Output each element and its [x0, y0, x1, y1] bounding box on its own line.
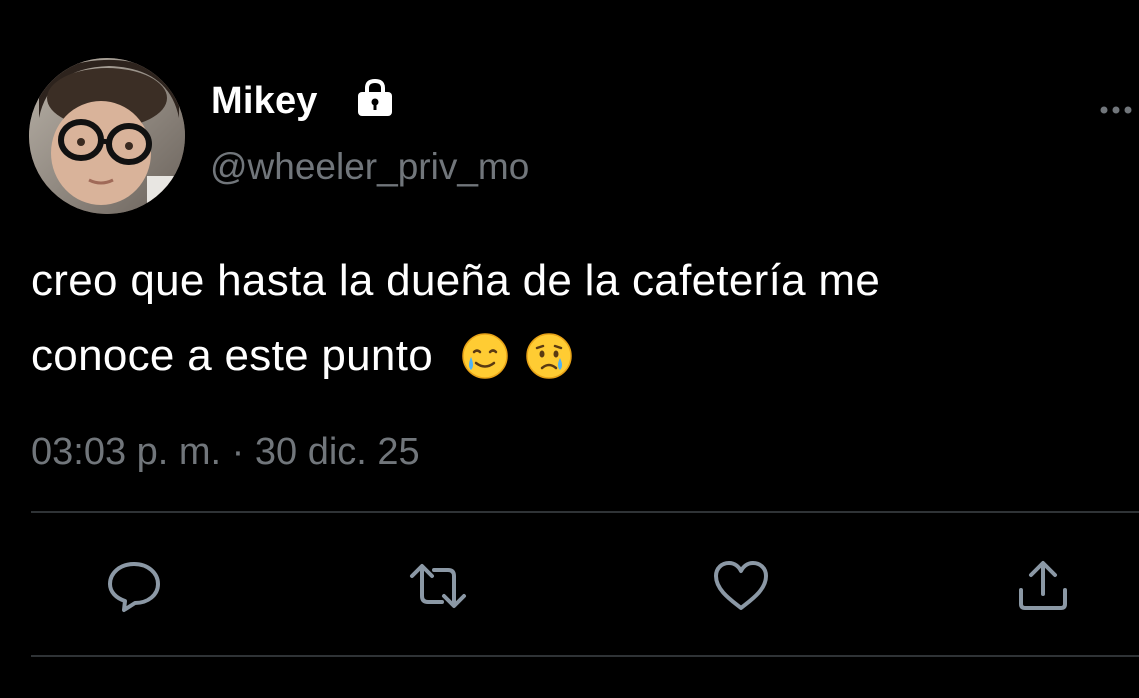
- lock-icon: [354, 78, 396, 118]
- divider: [31, 655, 1139, 657]
- more-icon[interactable]: [1098, 100, 1134, 120]
- crying-face-icon: [525, 328, 573, 379]
- timestamp[interactable]: 03:03 p. m. · 30 dic. 25: [31, 428, 420, 476]
- smiling-face-with-tear-icon: [461, 328, 509, 379]
- reply-icon[interactable]: [104, 558, 164, 614]
- handle[interactable]: @wheeler_priv_mo: [210, 144, 529, 190]
- display-name[interactable]: Mikey: [211, 78, 318, 124]
- divider: [31, 511, 1139, 513]
- avatar-image: [29, 58, 185, 214]
- avatar[interactable]: [29, 58, 185, 214]
- tweet-text-line-2-content: conoce a este punto: [31, 331, 434, 380]
- tweet-text: creo que hasta la dueña de la cafetería …: [31, 243, 1121, 393]
- retweet-icon[interactable]: [406, 558, 466, 614]
- tweet-text-line-1: creo que hasta la dueña de la cafetería …: [31, 256, 881, 305]
- heart-icon[interactable]: [711, 558, 771, 614]
- share-icon[interactable]: [1013, 558, 1073, 614]
- tweet-text-line-2: conoce a este punto: [31, 318, 1121, 393]
